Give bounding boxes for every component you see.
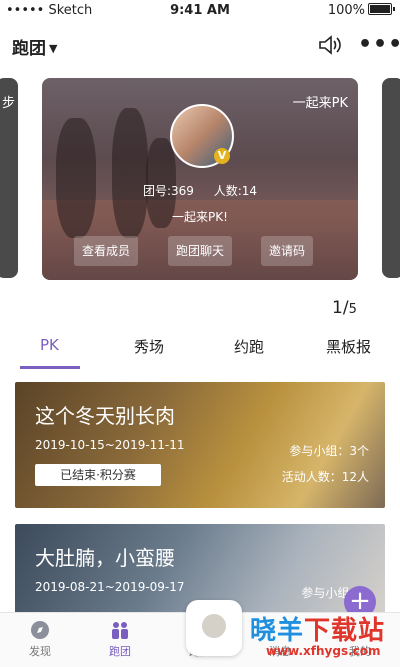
event-status-badge: 已结束·积分赛 (35, 464, 161, 486)
more-icon[interactable]: ••• (358, 32, 400, 57)
group-stats: 团号:369 人数:14 (42, 182, 358, 199)
tabbar-label: 发现 (29, 645, 51, 658)
event-groups: 参与小组：3个 (289, 444, 369, 458)
tabbar-group[interactable]: 跑团 (90, 619, 150, 659)
event-title: 大肚腩，小蛮腰 (35, 546, 175, 570)
card-tag: 一起来PK (292, 96, 348, 111)
event-card[interactable]: 这个冬天别长肉 2019-10-15~2019-11-11 参与小组：3个 已结… (15, 382, 385, 508)
view-members-button[interactable]: 查看成员 (74, 236, 139, 266)
battery-icon (368, 3, 395, 15)
event-title: 这个冬天别长肉 (35, 404, 175, 428)
sheep-icon (202, 614, 226, 638)
group-card[interactable]: 一起来PK V 团号:369 人数:14 一起来PK! 查看成员 跑团聊天 邀请… (42, 78, 358, 280)
top-bar: 跑团 ▼ ••• (0, 30, 400, 60)
watermark-brand: 晓羊下载站 (250, 610, 385, 647)
event-dates: 2019-08-21~2019-09-17 (35, 580, 185, 594)
member-count: 人数:14 (213, 184, 258, 198)
group-selector[interactable]: 跑团 ▼ (12, 34, 57, 59)
next-card[interactable] (382, 78, 400, 278)
group-slogan: 一起来PK! (172, 210, 228, 224)
group-chat-button[interactable]: 跑团聊天 (168, 236, 233, 266)
battery-indicator: 100% (327, 3, 395, 18)
page-indicator: 1/5 (332, 298, 357, 318)
watermark: 晓羊下载站 www.xfhygs.com (250, 610, 398, 662)
compass-icon (31, 621, 49, 639)
prev-card[interactable]: 步 (0, 78, 18, 278)
tab-pk[interactable]: PK (40, 336, 59, 354)
verified-badge-icon: V (214, 148, 230, 164)
tabbar-label: 跑团 (109, 645, 131, 658)
page-total: 5 (348, 302, 357, 317)
invite-code-button[interactable]: 邀请码 (261, 236, 314, 266)
start-run-button[interactable] (186, 600, 242, 656)
watermark-brand-red: 下载站 (304, 616, 386, 646)
tabbar-discover[interactable]: 发现 (10, 619, 70, 659)
tab-blackboard[interactable]: 黑板报 (326, 336, 371, 357)
active-tab-indicator (20, 366, 80, 369)
status-bar: ••••• Sketch 9:41 AM 100% (0, 0, 400, 22)
chevron-down-icon: ▼ (49, 42, 58, 55)
prev-card-label: 步 (2, 96, 16, 111)
event-dates: 2019-10-15~2019-11-11 (35, 438, 185, 452)
page-current: 1 (332, 298, 343, 318)
event-people: 活动人数：12人 (281, 470, 369, 484)
tab-meetup[interactable]: 约跑 (234, 336, 264, 357)
battery-percent: 100% (327, 3, 365, 18)
section-tabs: PK 秀场 约跑 黑板报 (0, 328, 400, 372)
watermark-url: www.xfhygs.com (266, 644, 381, 658)
group-people-icon (112, 622, 128, 639)
group-carousel[interactable]: 步 一起来PK V 团号:369 人数:14 一起来PK! 查看成员 跑团聊天 … (0, 74, 400, 284)
watermark-brand-blue: 晓羊 (250, 616, 305, 646)
speaker-icon[interactable] (318, 34, 342, 56)
page-title: 跑团 (12, 39, 46, 59)
group-number: 团号:369 (142, 184, 194, 198)
tab-showcase[interactable]: 秀场 (134, 336, 164, 357)
